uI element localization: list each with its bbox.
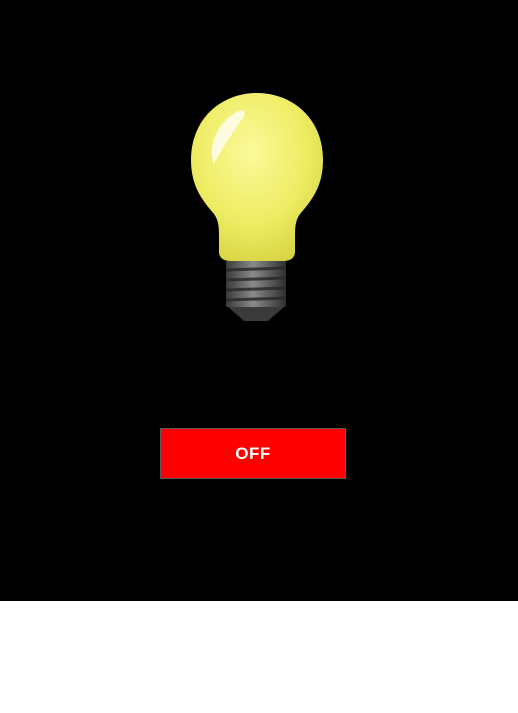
light-bulb-icon [186,90,328,326]
blank-footer-area [0,601,518,713]
power-toggle-label: OFF [235,443,271,463]
power-toggle-button[interactable]: OFF [160,428,346,479]
light-stage: OFF [0,0,518,601]
